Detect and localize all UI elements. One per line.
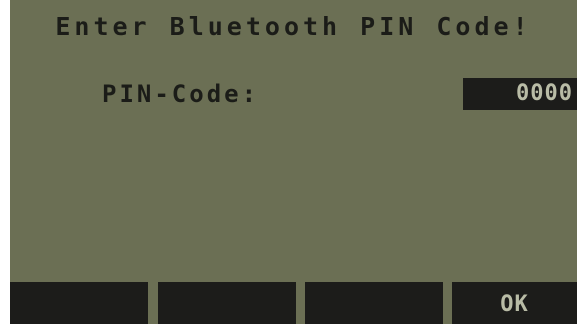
lcd-screen: Enter Bluetooth PIN Code! PIN-Code: 0000…	[10, 0, 577, 324]
ok-button[interactable]: OK	[452, 282, 577, 324]
softkey-f2[interactable]	[158, 282, 296, 324]
softkey-bar: OK	[10, 282, 577, 324]
softkey-f3[interactable]	[305, 282, 443, 324]
pin-code-label: PIN-Code:	[102, 80, 260, 108]
pin-code-input[interactable]: 0000	[463, 78, 577, 110]
softkey-f1[interactable]	[10, 282, 148, 324]
dialog-title: Enter Bluetooth PIN Code!	[55, 12, 532, 41]
